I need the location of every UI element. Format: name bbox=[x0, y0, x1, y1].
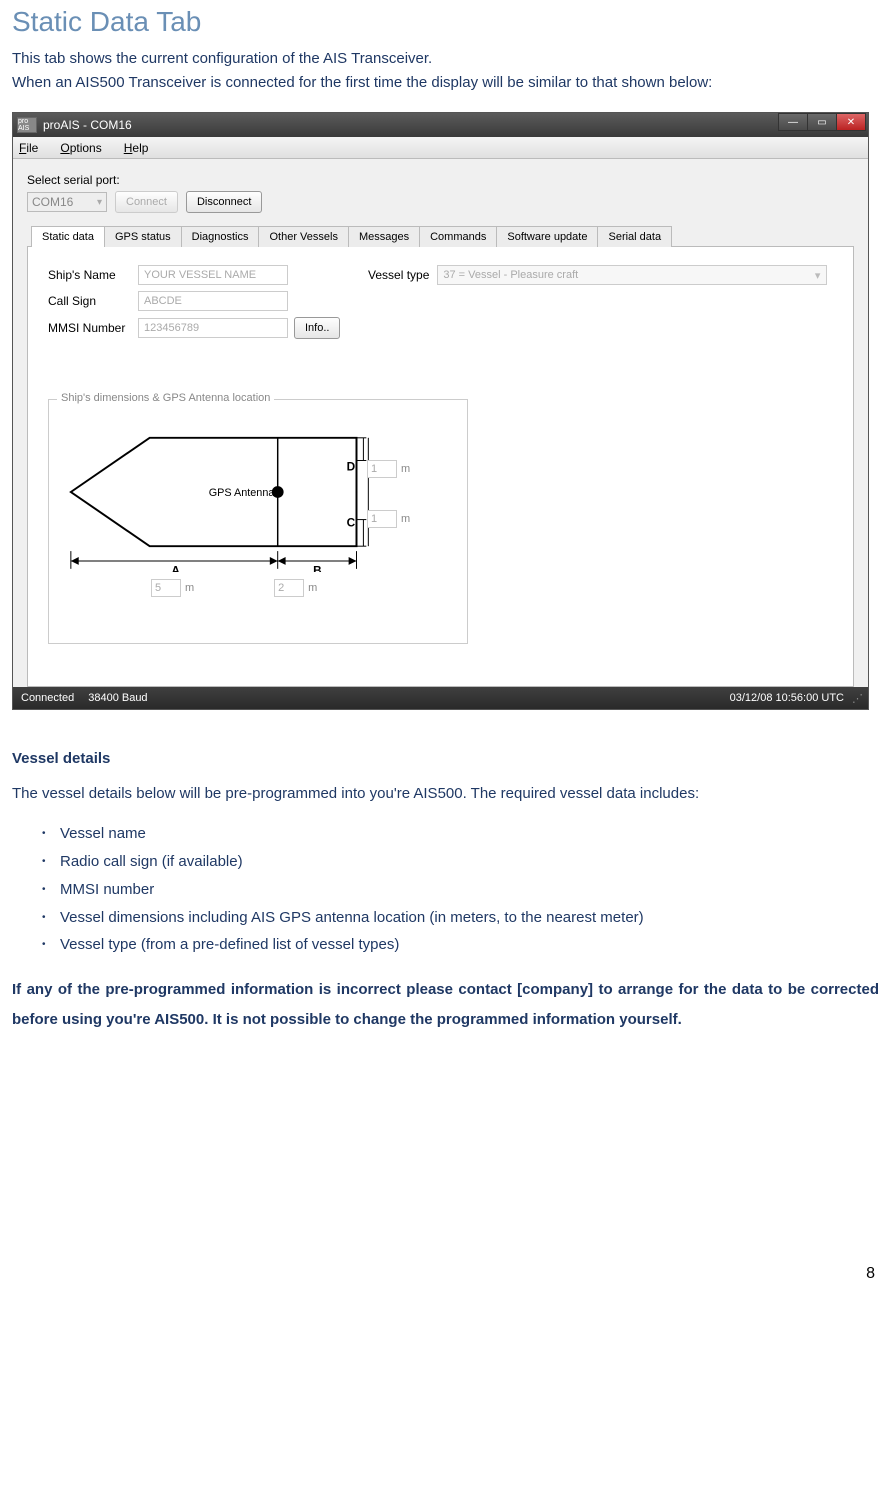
intro-line-1: This tab shows the current configuration… bbox=[12, 48, 879, 69]
mmsi-info-button[interactable]: Info.. bbox=[294, 317, 340, 339]
vessel-details-intro: The vessel details below will be pre-pro… bbox=[12, 785, 879, 802]
list-item: Vessel dimensions including AIS GPS ante… bbox=[42, 904, 879, 932]
vessel-details-heading: Vessel details bbox=[12, 750, 879, 767]
tab-panel-static-data: Ship's Name YOUR VESSEL NAME Call Sign A… bbox=[27, 247, 854, 687]
svg-text:B: B bbox=[313, 564, 322, 572]
window-title: proAIS - COM16 bbox=[43, 118, 132, 132]
mmsi-label: MMSI Number bbox=[48, 321, 138, 335]
warning-paragraph: If any of the pre-programmed information… bbox=[12, 975, 879, 1035]
tab-serial-data[interactable]: Serial data bbox=[597, 226, 672, 247]
ship-name-label: Ship's Name bbox=[48, 268, 138, 282]
list-item: Radio call sign (if available) bbox=[42, 848, 879, 876]
tab-software-update[interactable]: Software update bbox=[496, 226, 598, 247]
tab-other-vessels[interactable]: Other Vessels bbox=[258, 226, 348, 247]
list-item: Vessel type (from a pre-defined list of … bbox=[42, 931, 879, 959]
svg-text:A: A bbox=[171, 564, 180, 572]
ship-dimensions-groupbox: Ship's dimensions & GPS Antenna location… bbox=[48, 399, 468, 644]
status-baud: 38400 Baud bbox=[88, 692, 147, 704]
dim-b-unit: m bbox=[308, 582, 317, 594]
connect-button[interactable]: Connect bbox=[115, 191, 178, 213]
svg-text:C: C bbox=[347, 516, 356, 530]
dim-c-unit: m bbox=[401, 513, 410, 525]
ship-name-input[interactable]: YOUR VESSEL NAME bbox=[138, 265, 288, 285]
page-heading: Static Data Tab bbox=[12, 6, 879, 38]
port-label: Select serial port: bbox=[27, 173, 854, 187]
menu-file[interactable]: File bbox=[19, 141, 38, 155]
vessel-type-label: Vessel type bbox=[368, 268, 429, 282]
tab-static-data[interactable]: Static data bbox=[31, 226, 105, 247]
tab-gps-status[interactable]: GPS status bbox=[104, 226, 182, 247]
page-number: 8 bbox=[12, 1265, 879, 1283]
dim-c-input[interactable]: 1 bbox=[367, 510, 397, 528]
dim-d-unit: m bbox=[401, 463, 410, 475]
call-sign-input[interactable]: ABCDE bbox=[138, 291, 288, 311]
svg-text:D: D bbox=[347, 460, 356, 474]
minimize-button[interactable]: — bbox=[778, 113, 808, 131]
dim-b-input[interactable]: 2 bbox=[274, 579, 304, 597]
ship-dimensions-legend: Ship's dimensions & GPS Antenna location bbox=[57, 392, 274, 404]
app-icon: pro AIS bbox=[17, 117, 37, 133]
tab-messages[interactable]: Messages bbox=[348, 226, 420, 247]
titlebar: pro AIS proAIS - COM16 — ▭ ✕ bbox=[13, 113, 868, 137]
dim-a-input[interactable]: 5 bbox=[151, 579, 181, 597]
menubar: File Options Help bbox=[13, 137, 868, 159]
close-button[interactable]: ✕ bbox=[836, 113, 866, 131]
mmsi-input[interactable]: 123456789 bbox=[138, 318, 288, 338]
statusbar: Connected 38400 Baud 03/12/08 10:56:00 U… bbox=[13, 687, 868, 709]
ship-diagram: GPS Antenna D C bbox=[61, 412, 455, 572]
dim-a-unit: m bbox=[185, 582, 194, 594]
maximize-button[interactable]: ▭ bbox=[807, 113, 837, 131]
app-window: pro AIS proAIS - COM16 — ▭ ✕ File Option… bbox=[12, 112, 869, 710]
gps-antenna-label: GPS Antenna bbox=[209, 487, 276, 499]
status-connected: Connected bbox=[21, 692, 74, 704]
client-area: Select serial port: COM16 Connect Discon… bbox=[13, 159, 868, 687]
intro-line-2: When an AIS500 Transceiver is connected … bbox=[12, 71, 879, 94]
disconnect-button[interactable]: Disconnect bbox=[186, 191, 262, 213]
serial-port-combo[interactable]: COM16 bbox=[27, 192, 107, 212]
list-item: MMSI number bbox=[42, 876, 879, 904]
tab-commands[interactable]: Commands bbox=[419, 226, 497, 247]
tab-diagnostics[interactable]: Diagnostics bbox=[181, 226, 260, 247]
status-datetime: 03/12/08 10:56:00 UTC bbox=[730, 692, 844, 704]
menu-help[interactable]: Help bbox=[124, 141, 149, 155]
list-item: Vessel name bbox=[42, 820, 879, 848]
dim-d-input[interactable]: 1 bbox=[367, 460, 397, 478]
tab-strip: Static data GPS status Diagnostics Other… bbox=[27, 225, 854, 247]
vessel-details-list: Vessel name Radio call sign (if availabl… bbox=[12, 820, 879, 959]
resize-grip-icon[interactable]: ⋰ bbox=[852, 692, 860, 705]
vessel-type-select[interactable]: 37 = Vessel - Pleasure craft bbox=[437, 265, 827, 285]
call-sign-label: Call Sign bbox=[48, 294, 138, 308]
menu-options[interactable]: Options bbox=[60, 141, 101, 155]
